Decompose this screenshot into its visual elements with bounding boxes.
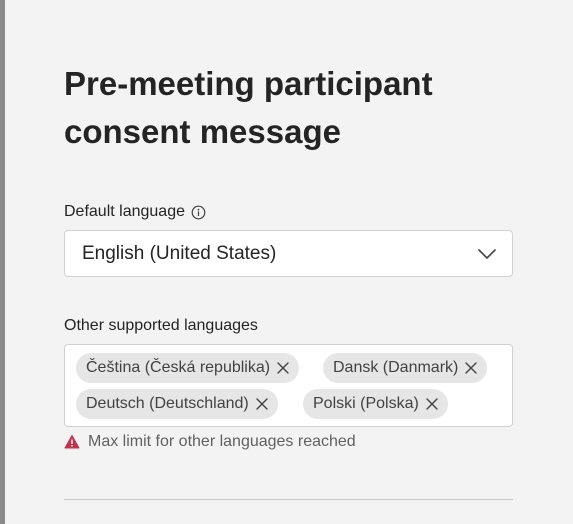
default-language-label: Default language bbox=[64, 203, 185, 220]
language-tag: Deutsch (Deutschland) bbox=[76, 389, 278, 419]
language-tag: Dansk (Danmark) bbox=[323, 353, 488, 383]
close-icon[interactable] bbox=[255, 397, 269, 411]
page-title: Pre-meeting participant consent message bbox=[64, 65, 433, 150]
other-languages-tag-picker[interactable]: Čeština (Česká republika) Dansk (Danmark… bbox=[64, 344, 513, 427]
window-edge bbox=[0, 0, 5, 524]
other-languages-label: Other supported languages bbox=[64, 317, 258, 334]
language-limit-error: Max limit for other languages reached bbox=[64, 433, 356, 451]
language-tag-label: Deutsch (Deutschland) bbox=[86, 395, 249, 412]
warning-icon bbox=[64, 434, 80, 450]
language-tag-label: Dansk (Danmark) bbox=[333, 359, 459, 376]
language-tag-label: Čeština (Česká republika) bbox=[86, 359, 271, 376]
language-tag-label: Polski (Polska) bbox=[313, 395, 419, 412]
close-icon[interactable] bbox=[276, 361, 290, 375]
default-language-label-row: Default language bbox=[64, 203, 206, 221]
info-icon[interactable] bbox=[191, 205, 206, 220]
chevron-down-icon bbox=[477, 246, 497, 262]
close-icon[interactable] bbox=[425, 397, 439, 411]
language-tag: Polski (Polska) bbox=[303, 389, 448, 419]
language-tag: Čeština (Česká republika) bbox=[76, 353, 300, 383]
default-language-value: English (United States) bbox=[82, 243, 277, 264]
error-message: Max limit for other languages reached bbox=[88, 433, 356, 450]
other-languages-label-row: Other supported languages bbox=[64, 317, 258, 335]
close-icon[interactable] bbox=[464, 361, 478, 375]
section-divider bbox=[64, 499, 513, 500]
default-language-dropdown[interactable]: English (United States) bbox=[64, 230, 513, 277]
